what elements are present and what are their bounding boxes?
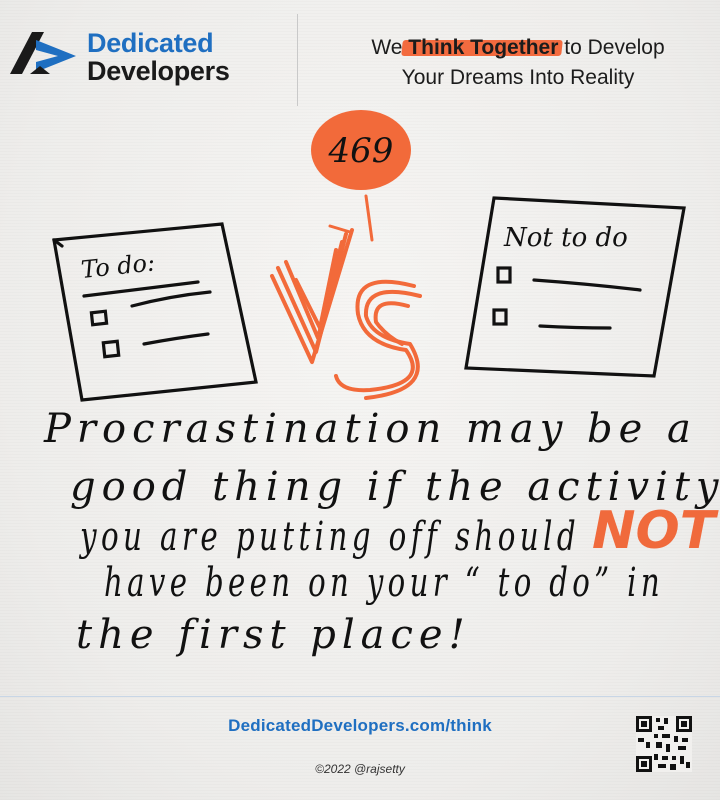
- message-line-4: have been on your “ to do” in: [104, 560, 664, 606]
- tagline-highlight: Think Together: [408, 36, 559, 59]
- tagline: We Think Together to Develop Your Dreams…: [320, 33, 716, 93]
- message-line-3: you are putting off should: [79, 514, 580, 560]
- tagline-line-1: We Think Together to Develop: [320, 33, 716, 63]
- todo-vs-nottodo-illustration: 469 To do: Not to do: [52, 110, 686, 402]
- todo-card: [52, 222, 258, 402]
- qr-code-icon[interactable]: [636, 716, 692, 772]
- tagline-line-2: Your Dreams Into Reality: [401, 66, 635, 89]
- header-divider: [297, 14, 298, 106]
- tagline-suffix: to Develop: [564, 36, 665, 59]
- brand-line-2: Developers: [87, 56, 230, 86]
- vs-scribble: [270, 194, 422, 400]
- brand-wordmark: Dedicated Developers: [87, 30, 230, 85]
- nottodo-title: Not to do: [503, 223, 628, 253]
- footer-divider: [0, 696, 720, 697]
- dedicated-developers-logo-icon: [10, 32, 76, 74]
- message-line-1: Procrastination may be a: [43, 406, 697, 452]
- number-label: 469: [328, 131, 394, 171]
- procrastination-message: Procrastination may be a good thing if t…: [43, 406, 719, 658]
- copyright-text: ©2022 @rajsetty: [315, 762, 405, 776]
- tagline-prefix: We: [371, 36, 403, 59]
- footer-url-link[interactable]: DedicatedDevelopers.com/think: [0, 716, 720, 736]
- message-line-5: the first place!: [76, 612, 471, 658]
- header: Dedicated Developers We Think Together t…: [0, 0, 720, 110]
- todo-title: To do:: [80, 248, 157, 284]
- message-emphasis-not: NOT: [592, 501, 719, 561]
- brand-line-1: Dedicated: [87, 28, 214, 58]
